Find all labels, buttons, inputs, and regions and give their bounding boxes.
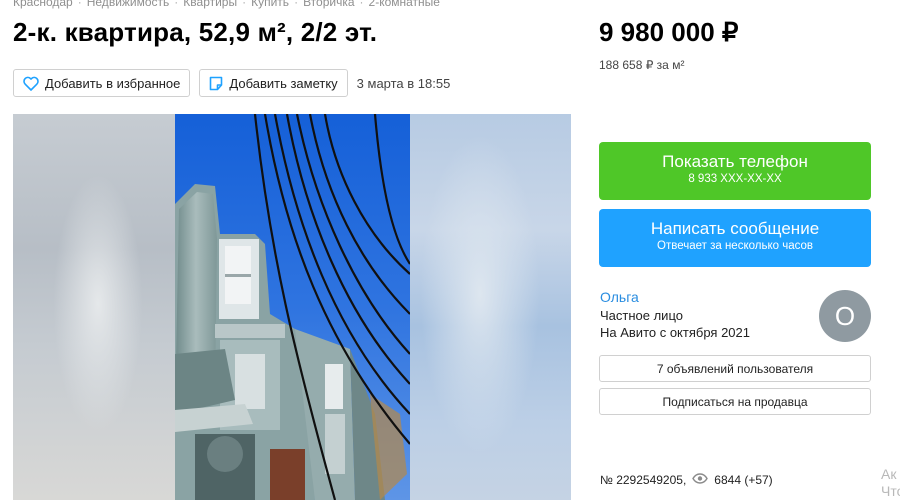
add-to-favorites-label: Добавить в избранное bbox=[45, 75, 181, 91]
listing-title: 2-к. квартира, 52,9 м², 2/2 эт. bbox=[13, 17, 378, 47]
breadcrumb-separator: · bbox=[359, 0, 364, 9]
side-panel-partial: Ак Что bbox=[881, 466, 900, 500]
view-count: 6844 (+57) bbox=[714, 473, 773, 487]
listing-actions: Добавить в избранное Добавить заметку 3 … bbox=[13, 69, 450, 97]
breadcrumb: Краснодар · Недвижимость · Квартиры · Купит… bbox=[13, 0, 440, 9]
price-per-sqm: 188 658 ₽ за м² bbox=[599, 58, 685, 72]
show-phone-button[interactable]: Показать телефон 8 933 XXX-XX-XX bbox=[599, 142, 871, 200]
add-note-button[interactable]: Добавить заметку bbox=[199, 69, 348, 97]
photo-gallery[interactable] bbox=[13, 114, 571, 500]
breadcrumb-item[interactable]: Квартиры bbox=[183, 0, 237, 9]
breadcrumb-item[interactable]: Краснодар bbox=[13, 0, 73, 9]
masked-phone-number: 8 933 XXX-XX-XX bbox=[688, 173, 782, 185]
breadcrumb-item[interactable]: Недвижимость bbox=[87, 0, 170, 9]
listing-price: 9 980 000 ₽ bbox=[599, 17, 739, 47]
avatar-letter: О bbox=[834, 300, 856, 331]
ad-number: № 2292549205 bbox=[600, 473, 683, 487]
publish-date: 3 марта в 18:55 bbox=[356, 75, 451, 91]
side-panel-text: Ак bbox=[881, 466, 897, 482]
write-message-label: Написать сообщение bbox=[650, 219, 820, 238]
add-note-label: Добавить заметку bbox=[229, 75, 338, 91]
heart-icon bbox=[23, 76, 39, 91]
eye-icon bbox=[692, 473, 709, 487]
show-phone-label: Показать телефон bbox=[662, 152, 808, 171]
breadcrumb-separator: · bbox=[294, 0, 299, 9]
avatar[interactable]: О bbox=[819, 290, 871, 342]
breadcrumb-separator: · bbox=[242, 0, 247, 9]
subscribe-seller-button[interactable]: Подписаться на продавца bbox=[599, 388, 871, 415]
response-time: Отвечает за несколько часов bbox=[657, 240, 813, 252]
seller-since: На Авито с октября 2021 bbox=[600, 325, 750, 340]
side-panel-text: Что bbox=[881, 483, 900, 499]
breadcrumb-item[interactable]: Вторичка bbox=[303, 0, 354, 9]
seller-name-link[interactable]: Ольга bbox=[600, 289, 639, 305]
seller-type: Частное лицо bbox=[600, 308, 683, 323]
breadcrumb-separator: · bbox=[174, 0, 179, 9]
note-icon bbox=[209, 76, 223, 91]
breadcrumb-item[interactable]: 2-комнатные bbox=[369, 0, 440, 9]
listing-photo[interactable] bbox=[175, 114, 410, 500]
gallery-blurred-background bbox=[410, 114, 571, 500]
seller-listings-label: 7 объявлений пользователя bbox=[656, 361, 814, 376]
subscribe-seller-label: Подписаться на продавца bbox=[662, 394, 808, 409]
breadcrumb-item[interactable]: Купить bbox=[251, 0, 289, 9]
ad-meta: № 2292549205, 6844 (+57) bbox=[600, 473, 773, 487]
seller-listings-button[interactable]: 7 объявлений пользователя bbox=[599, 355, 871, 382]
gallery-blurred-background bbox=[13, 114, 175, 500]
write-message-button[interactable]: Написать сообщение Отвечает за несколько… bbox=[599, 209, 871, 267]
breadcrumb-separator: · bbox=[77, 0, 82, 9]
add-to-favorites-button[interactable]: Добавить в избранное bbox=[13, 69, 191, 97]
